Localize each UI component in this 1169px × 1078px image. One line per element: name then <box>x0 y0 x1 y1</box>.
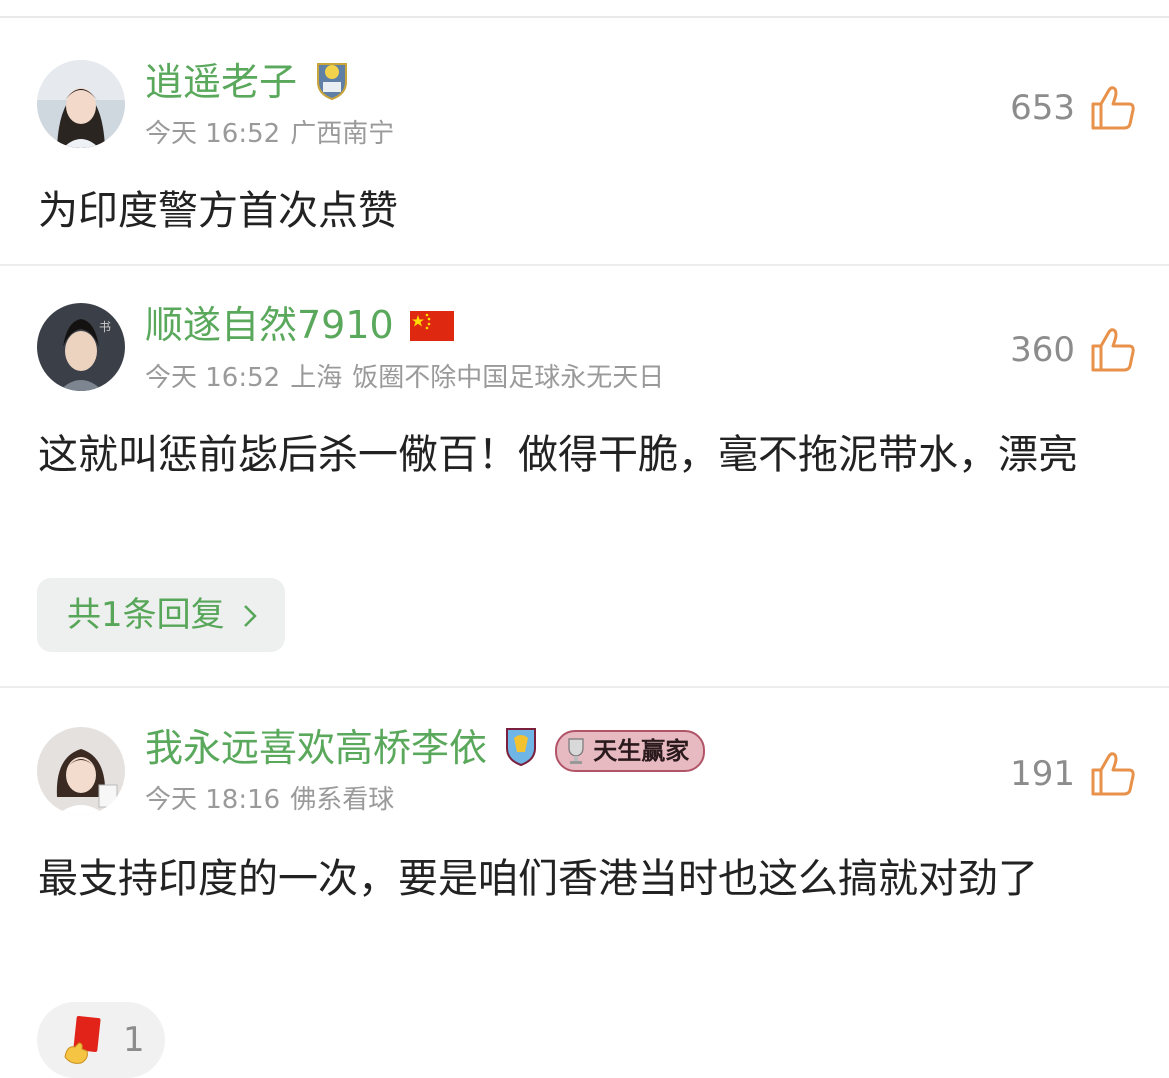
team-crest-icon <box>315 60 349 109</box>
comment-location: 佛系看球 <box>290 785 395 815</box>
reaction-button[interactable]: 1 <box>37 1002 165 1078</box>
title-badge[interactable]: 天生赢家 <box>555 729 706 772</box>
comment-text: 这就叫惩前毖后杀一儆百！做得干脆，毫不拖泥带水，漂亮 <box>38 432 1078 478</box>
comment-divider <box>0 686 1169 688</box>
title-badge-label: 天生赢家 <box>593 736 690 765</box>
comment-time: 今天 18:16 <box>145 785 281 815</box>
like-count: 360 <box>1010 330 1075 370</box>
comment-location: 广西南宁 <box>290 119 395 149</box>
comment-meta: 今天 16:52 广西南宁 <box>145 118 404 150</box>
avatar[interactable] <box>37 60 125 148</box>
user-tagline: 饭圈不除中国足球永无天日 <box>352 363 665 393</box>
comment-text: 为印度警方首次点赞 <box>38 188 398 234</box>
view-replies-button[interactable]: 共1条回复 <box>37 578 286 654</box>
thumbs-up-icon[interactable] <box>1089 84 1137 132</box>
red-card-icon <box>64 1016 101 1064</box>
avatar[interactable] <box>37 727 125 815</box>
like-count: 191 <box>1010 754 1075 794</box>
comment-time: 今天 16:52 <box>145 363 281 393</box>
username[interactable]: 逍遥老子 <box>145 60 349 109</box>
replies-label: 共1条回复 <box>67 595 225 635</box>
comment-meta: 今天 16:52 上海 饭圈不除中国足球永无天日 <box>145 362 674 394</box>
thumbs-up-icon[interactable] <box>1089 326 1137 374</box>
like-button[interactable]: 653 <box>1010 84 1137 132</box>
thumbs-up-icon[interactable] <box>1089 750 1137 798</box>
comment-meta: 今天 18:16 佛系看球 <box>145 784 404 816</box>
trophy-icon <box>568 737 584 764</box>
comment-divider <box>0 264 1169 266</box>
comment-location: 上海 <box>290 363 343 393</box>
avatar[interactable]: 书 <box>37 303 125 391</box>
china-flag-icon <box>409 306 454 350</box>
comment-text: 最支持印度的一次，要是咱们香港当时也这么搞就对劲了 <box>38 856 1038 902</box>
reaction-count: 1 <box>123 1020 145 1060</box>
comment-time: 今天 16:52 <box>145 119 281 149</box>
aston-villa-crest-icon <box>505 726 537 775</box>
svg-text:书: 书 <box>99 320 111 334</box>
username[interactable]: 顺遂自然7910 <box>145 303 454 350</box>
username[interactable]: 我永远喜欢高桥李依 天生赢家 <box>145 726 706 775</box>
chevron-right-icon <box>243 580 258 654</box>
like-button[interactable]: 191 <box>1010 750 1137 798</box>
like-button[interactable]: 360 <box>1010 326 1137 374</box>
like-count: 653 <box>1010 88 1075 128</box>
top-divider <box>0 16 1169 18</box>
